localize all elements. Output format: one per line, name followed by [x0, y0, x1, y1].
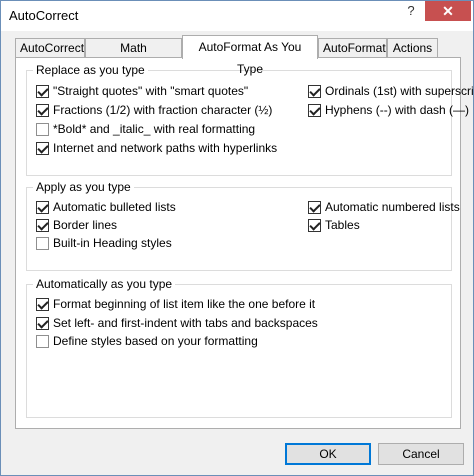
tab-autoformat[interactable]: AutoFormat: [318, 38, 387, 58]
replace-group: Replace as you type "Straight quotes" wi…: [26, 63, 474, 176]
numbered-lists-checkbox[interactable]: [308, 200, 321, 214]
tab-strip: AutoCorrect Math AutoCorrect AutoFormat …: [15, 35, 461, 76]
option-define-styles[interactable]: Define styles based on your formatting: [36, 333, 258, 349]
set-indent-checkbox[interactable]: [36, 316, 49, 330]
tab-math-autocorrect[interactable]: Math AutoCorrect: [85, 38, 182, 73]
option-label: Built-in Heading styles: [53, 236, 172, 250]
dialog-title: AutoCorrect: [9, 8, 79, 23]
apply-group-title: Apply as you type: [33, 180, 134, 194]
option-hyperlinks[interactable]: Internet and network paths with hyperlin…: [36, 140, 277, 156]
smart-quotes-checkbox[interactable]: [36, 84, 49, 98]
bold-italic-checkbox[interactable]: [36, 122, 49, 136]
title-bar: AutoCorrect ? ✕: [1, 1, 473, 31]
hyperlinks-checkbox[interactable]: [36, 141, 49, 155]
option-label: *Bold* and _italic_ with real formatting: [53, 122, 256, 136]
option-numbered-lists[interactable]: Automatic numbered lists: [308, 199, 460, 215]
option-border-lines[interactable]: Border lines: [36, 217, 117, 233]
option-label: Automatic bulleted lists: [53, 200, 176, 214]
format-list-item-checkbox[interactable]: [36, 297, 49, 311]
option-ordinals[interactable]: Ordinals (1st) with superscript: [308, 83, 474, 99]
close-icon: ✕: [442, 3, 454, 19]
option-hyphens[interactable]: Hyphens (--) with dash (—): [308, 102, 469, 118]
auto-group-title: Automatically as you type: [33, 277, 176, 291]
option-bulleted-lists[interactable]: Automatic bulleted lists: [36, 199, 176, 215]
option-format-list-item[interactable]: Format beginning of list item like the o…: [36, 296, 315, 312]
close-button[interactable]: ✕: [425, 1, 471, 21]
option-tables[interactable]: Tables: [308, 217, 360, 233]
border-lines-checkbox[interactable]: [36, 218, 49, 232]
auto-group: Automatically as you type Format beginni…: [26, 277, 452, 418]
tab-panel: Replace as you type "Straight quotes" wi…: [15, 57, 474, 429]
ordinals-checkbox[interactable]: [308, 84, 321, 98]
bulleted-lists-checkbox[interactable]: [36, 200, 49, 214]
replace-group-title: Replace as you type: [33, 63, 148, 77]
option-fractions[interactable]: Fractions (1/2) with fraction character …: [36, 102, 272, 118]
option-label: Fractions (1/2) with fraction character …: [53, 103, 273, 117]
tab-autocorrect[interactable]: AutoCorrect: [15, 38, 85, 58]
apply-group: Apply as you type Automatic bulleted lis…: [26, 180, 460, 271]
cancel-button[interactable]: Cancel: [378, 443, 464, 465]
option-label: Define styles based on your formatting: [53, 334, 258, 348]
option-label: Internet and network paths with hyperlin…: [53, 141, 278, 155]
option-label: Ordinals (1st) with superscript: [325, 84, 474, 98]
ok-button[interactable]: OK: [285, 443, 371, 465]
autocorrect-dialog: AutoCorrect ? ✕ AutoCorrect Math AutoCor…: [0, 0, 474, 476]
option-label: Tables: [325, 218, 360, 232]
fractions-checkbox[interactable]: [36, 103, 49, 117]
option-label: Automatic numbered lists: [325, 200, 460, 214]
option-label: "Straight quotes" with "smart quotes": [53, 84, 249, 98]
option-label: Format beginning of list item like the o…: [53, 297, 316, 311]
option-heading-styles[interactable]: Built-in Heading styles: [36, 235, 172, 251]
tables-checkbox[interactable]: [308, 218, 321, 232]
tab-actions[interactable]: Actions: [387, 38, 438, 58]
hyphens-checkbox[interactable]: [308, 103, 321, 117]
heading-styles-checkbox[interactable]: [36, 236, 49, 250]
option-bold-italic[interactable]: *Bold* and _italic_ with real formatting: [36, 121, 255, 137]
option-label: Set left- and first-indent with tabs and…: [53, 316, 318, 330]
option-smart-quotes[interactable]: "Straight quotes" with "smart quotes": [36, 83, 248, 99]
option-label: Hyphens (--) with dash (—): [325, 103, 470, 117]
define-styles-checkbox[interactable]: [36, 334, 49, 348]
help-button[interactable]: ?: [398, 1, 424, 21]
option-set-indent[interactable]: Set left- and first-indent with tabs and…: [36, 315, 318, 331]
option-label: Border lines: [53, 218, 118, 232]
tab-autoformat-as-you-type[interactable]: AutoFormat As You Type: [182, 35, 318, 76]
